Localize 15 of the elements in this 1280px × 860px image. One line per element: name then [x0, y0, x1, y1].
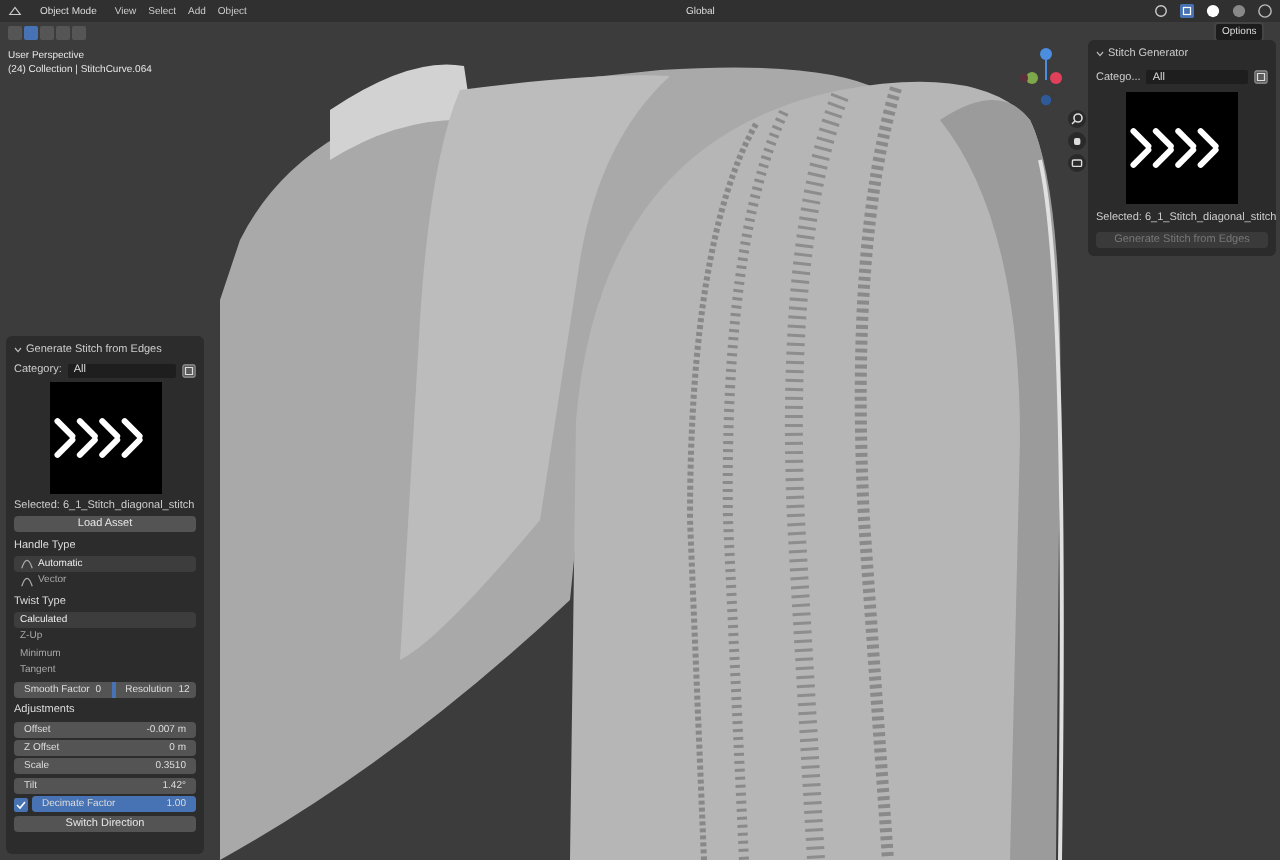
checkbox[interactable] [14, 797, 28, 811]
zoom-icon[interactable] [1068, 110, 1086, 128]
overlay-icon[interactable] [1154, 4, 1169, 18]
stitch-thumbnail-drawing [49, 382, 161, 494]
grid-icon[interactable] [1254, 70, 1268, 84]
stitch-thumbnail-drawing [1126, 92, 1238, 204]
xray-icon[interactable] [1180, 4, 1195, 18]
chevron-down-icon[interactable] [1096, 49, 1104, 57]
camera-icon[interactable] [1068, 154, 1086, 172]
material-shading-icon[interactable] [1232, 4, 1247, 18]
editor-type-icon[interactable] [8, 4, 22, 18]
solid-shading-icon[interactable] [1206, 4, 1221, 18]
chevron-down-icon[interactable] [14, 345, 22, 353]
grid-icon[interactable] [182, 363, 196, 377]
rendered-shading-icon[interactable] [1258, 4, 1273, 18]
